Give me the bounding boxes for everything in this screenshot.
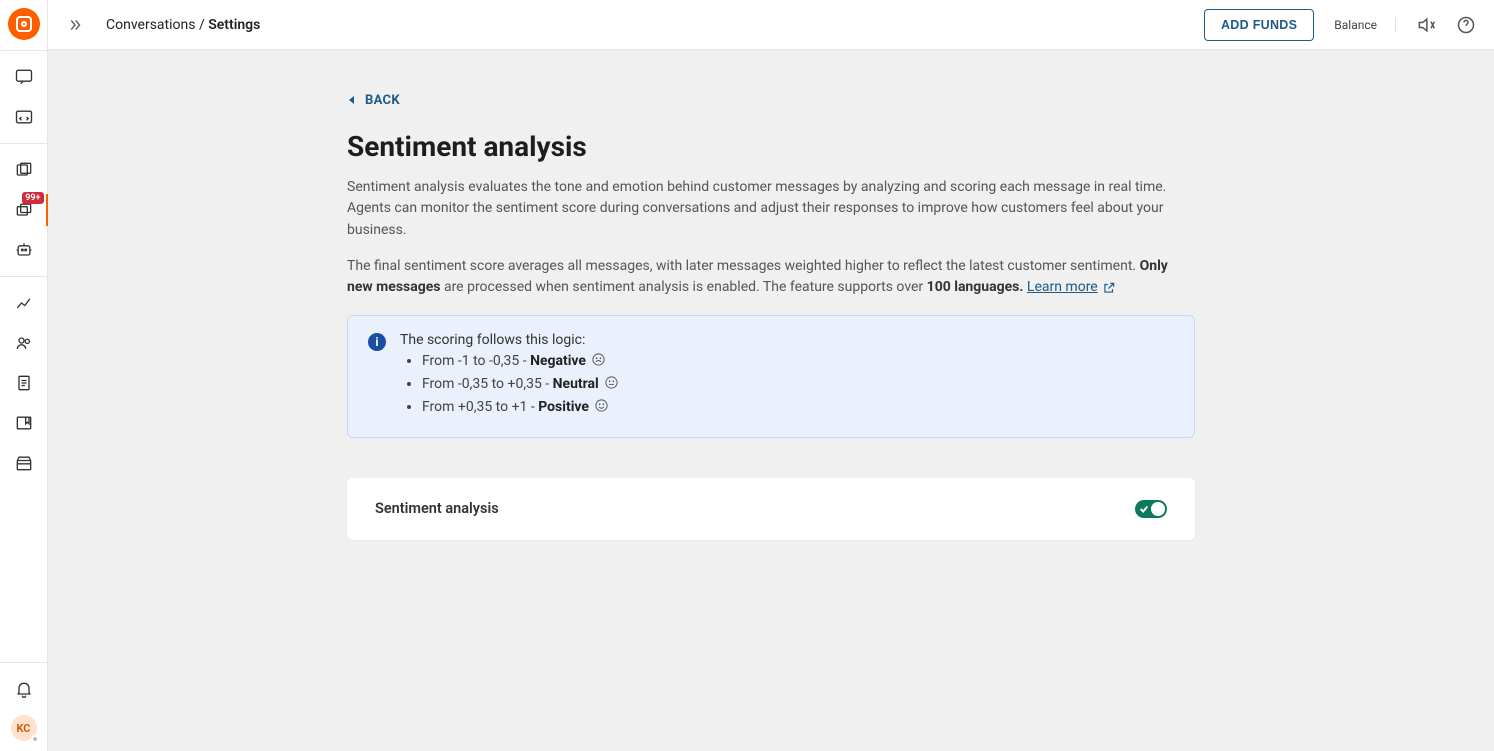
- balance-label[interactable]: Balance: [1334, 18, 1396, 32]
- bot-icon: [14, 240, 34, 260]
- status-dot-icon: [31, 735, 39, 743]
- sidebar-item-notifications[interactable]: [0, 669, 48, 709]
- code-widget-icon: [14, 107, 34, 127]
- content: BACK Sentiment analysis Sentiment analys…: [48, 50, 1494, 751]
- info-row-negative: From -1 to -0,35 - Negative: [422, 352, 619, 371]
- main: Conversations / Settings ADD FUNDS Balan…: [48, 0, 1494, 751]
- back-button[interactable]: BACK: [347, 93, 400, 108]
- breadcrumb-current: Settings: [208, 17, 260, 33]
- sidebar-separator: [0, 143, 47, 144]
- add-funds-button[interactable]: ADD FUNDS: [1204, 9, 1314, 41]
- sidebar-item-team[interactable]: [0, 323, 48, 363]
- sidebar-item-chat[interactable]: [0, 57, 48, 97]
- info-range-1: From -0,35 to +0,35 -: [422, 376, 553, 392]
- sidebar-item-conversations[interactable]: 99+: [0, 190, 48, 230]
- bell-icon: [14, 679, 34, 699]
- info-label-0: Negative: [530, 353, 586, 369]
- sidebar-separator: [0, 276, 47, 277]
- check-icon: [1139, 504, 1149, 514]
- card-title: Sentiment analysis: [375, 500, 499, 517]
- description-2: The final sentiment score averages all m…: [347, 256, 1195, 299]
- face-neutral-icon: [604, 375, 619, 394]
- description-1: Sentiment analysis evaluates the tone an…: [347, 177, 1195, 242]
- info-row-neutral: From -0,35 to +0,35 - Neutral: [422, 375, 619, 394]
- info-box: i The scoring follows this logic: From -…: [347, 315, 1195, 438]
- chat-icon: [14, 67, 34, 87]
- store-icon: [14, 453, 34, 473]
- external-link-icon: [1102, 281, 1116, 295]
- cards-icon: [14, 160, 34, 180]
- info-label-2: Positive: [538, 399, 589, 415]
- sidebar-item-store[interactable]: [0, 443, 48, 483]
- help-icon[interactable]: [1456, 15, 1476, 35]
- back-label: BACK: [365, 93, 400, 108]
- info-range-2: From +0,35 to +1 -: [422, 399, 538, 415]
- sidebar-item-embed[interactable]: [0, 97, 48, 137]
- sidebar: 99+ KC: [0, 0, 48, 751]
- document-icon: [14, 373, 34, 393]
- people-icon: [14, 333, 34, 353]
- sidebar-separator: [0, 50, 47, 51]
- sidebar-item-docs[interactable]: [0, 363, 48, 403]
- desc2-bold2: 100 languages.: [927, 279, 1024, 295]
- face-sad-icon: [591, 352, 606, 371]
- info-label-1: Neutral: [553, 376, 599, 392]
- sound-off-icon[interactable]: [1416, 15, 1436, 35]
- breadcrumb-parent[interactable]: Conversations: [106, 17, 195, 33]
- info-intro: The scoring follows this logic:: [400, 332, 619, 348]
- sidebar-item-analytics[interactable]: [0, 283, 48, 323]
- avatar-initials: KC: [17, 722, 31, 735]
- toggle-card: Sentiment analysis: [347, 478, 1195, 540]
- info-row-positive: From +0,35 to +1 - Positive: [422, 398, 619, 417]
- desc2-a: The final sentiment score averages all m…: [347, 258, 1140, 274]
- page-title: Sentiment analysis: [347, 130, 1195, 163]
- breadcrumb: Conversations / Settings: [106, 17, 260, 33]
- unread-badge: 99+: [22, 192, 43, 204]
- avatar[interactable]: KC: [11, 715, 37, 741]
- sidebar-separator: [0, 662, 47, 663]
- bookmark-icon: [14, 413, 34, 433]
- topbar: Conversations / Settings ADD FUNDS Balan…: [48, 0, 1494, 50]
- info-icon: i: [368, 333, 386, 351]
- learn-more-label: Learn more: [1027, 277, 1098, 299]
- sidebar-item-templates[interactable]: [0, 150, 48, 190]
- sidebar-item-bot[interactable]: [0, 230, 48, 270]
- breadcrumb-sep: /: [195, 17, 208, 33]
- analytics-icon: [14, 293, 34, 313]
- sentiment-toggle[interactable]: [1135, 500, 1167, 518]
- back-caret-icon: [347, 95, 357, 105]
- learn-more-link[interactable]: Learn more: [1027, 277, 1116, 299]
- expand-sidebar-icon[interactable]: [66, 16, 84, 34]
- sidebar-item-bookmark[interactable]: [0, 403, 48, 443]
- app-logo-icon[interactable]: [8, 8, 40, 40]
- face-happy-icon: [594, 398, 609, 417]
- desc2-b: are processed when sentiment analysis is…: [440, 279, 926, 295]
- info-range-0: From -1 to -0,35 -: [422, 353, 530, 369]
